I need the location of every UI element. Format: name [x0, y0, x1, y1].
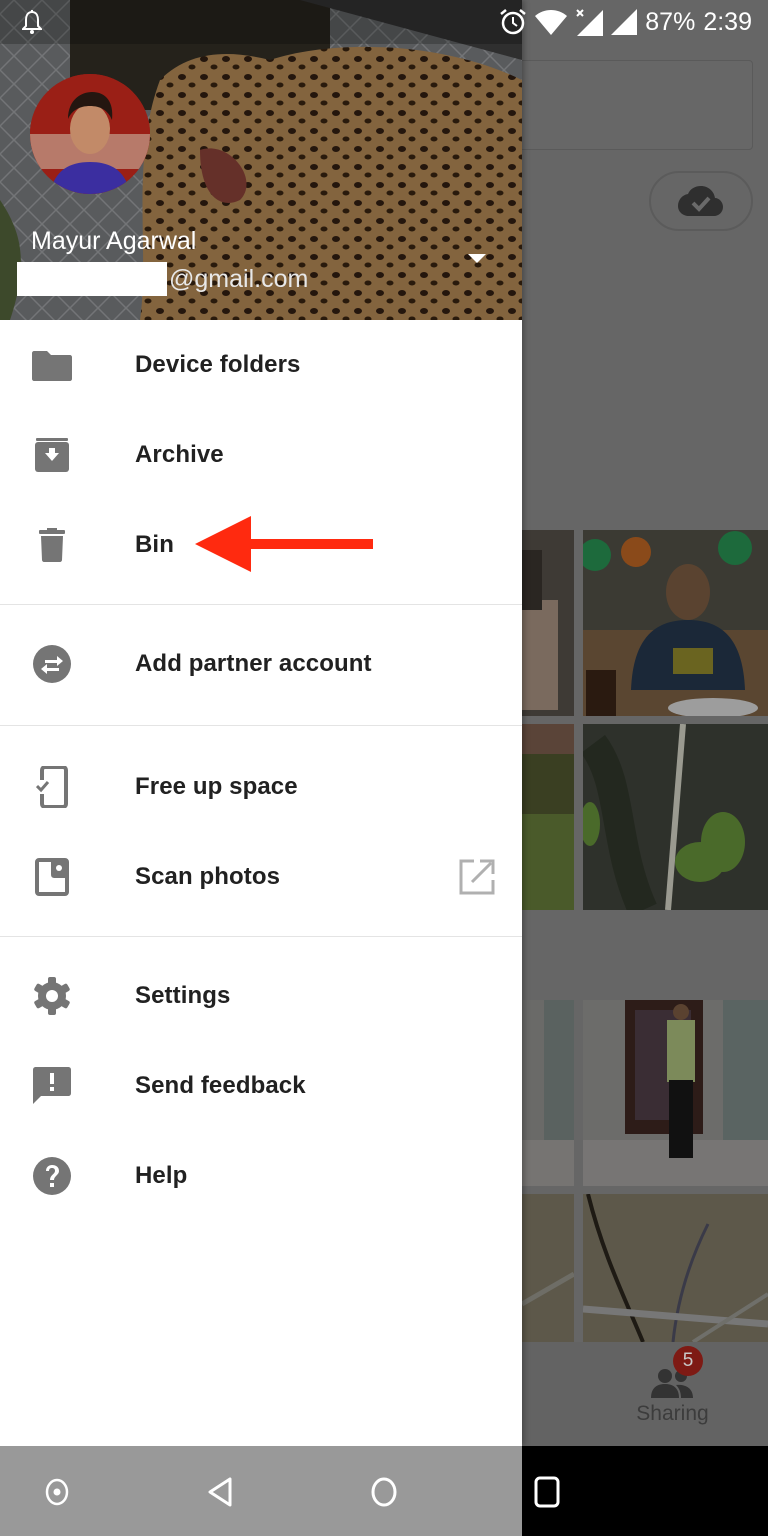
archive-icon — [32, 435, 72, 475]
photo-thumbnail — [583, 530, 768, 716]
menu-section-tools: Free up space Scan photos — [0, 726, 522, 937]
menu-label: Bin — [135, 531, 174, 558]
menu-label: Archive — [135, 441, 224, 468]
background-search-card — [500, 60, 753, 150]
folder-icon — [32, 345, 72, 385]
wifi-icon — [535, 10, 568, 35]
home-button[interactable] — [364, 1474, 404, 1510]
back-icon — [208, 1477, 232, 1507]
recents-icon — [534, 1476, 560, 1508]
email-redaction — [17, 262, 167, 296]
swap-arrows-icon — [32, 644, 72, 684]
system-nav-bar — [0, 1446, 768, 1536]
status-bar: 87% 2:39 — [0, 0, 768, 44]
menu-item-send-feedback[interactable]: Send feedback — [0, 1041, 522, 1131]
alarm-clock-icon — [500, 9, 527, 35]
home-icon — [371, 1477, 397, 1507]
menu-label: Settings — [135, 982, 231, 1009]
menu-label: Send feedback — [135, 1072, 306, 1099]
photo-thumbnail — [522, 724, 574, 910]
photo-thumbnail — [522, 1000, 574, 1186]
nav-bar-scrim — [0, 1446, 522, 1536]
recents-button[interactable] — [527, 1474, 567, 1510]
account-switcher-dropdown[interactable] — [468, 254, 486, 263]
back-button[interactable] — [200, 1474, 240, 1510]
account-avatar[interactable] — [30, 74, 150, 194]
open-external-icon[interactable] — [458, 858, 496, 896]
phone-check-icon — [32, 766, 72, 808]
menu-item-settings[interactable]: Settings — [0, 951, 522, 1041]
account-email: @gmail.com — [17, 262, 308, 296]
menu-section-partner: Add partner account — [0, 605, 522, 726]
menu-item-device-folders[interactable]: Device folders — [0, 320, 522, 410]
no-signal-icon — [576, 9, 604, 36]
menu-section-app: Settings Send feedback Help — [0, 937, 522, 1221]
backup-status-button — [649, 171, 753, 231]
photo-thumbnail — [583, 724, 768, 910]
menu-label: Free up space — [135, 773, 298, 800]
account-email-suffix: @gmail.com — [169, 264, 309, 293]
avatar-photo — [30, 74, 150, 194]
photo-thumbnail — [522, 1194, 574, 1342]
photo-scan-icon — [32, 857, 72, 897]
menu-item-free-up-space[interactable]: Free up space — [0, 742, 522, 832]
menu-label: Help — [135, 1162, 188, 1189]
menu-label: Scan photos — [135, 863, 281, 890]
photo-thumbnail — [583, 1000, 768, 1186]
trash-icon — [32, 525, 72, 565]
status-icons: 87% 2:39 — [499, 8, 752, 37]
assistant-icon — [45, 1478, 69, 1506]
signal-icon — [611, 9, 638, 35]
photo-thumbnail — [583, 1194, 768, 1342]
menu-item-scan-photos[interactable]: Scan photos — [0, 832, 522, 922]
assistant-button[interactable] — [37, 1474, 77, 1510]
cloud-done-icon — [678, 186, 723, 216]
menu-item-archive[interactable]: Archive — [0, 410, 522, 500]
menu-label: Device folders — [135, 351, 301, 378]
menu-item-help[interactable]: Help — [0, 1131, 522, 1221]
menu-item-add-partner-account[interactable]: Add partner account — [0, 619, 522, 709]
help-icon — [32, 1156, 72, 1196]
navigation-drawer: Mayur Agarwal @gmail.com Device folders … — [0, 0, 522, 1446]
feedback-icon — [32, 1066, 72, 1106]
account-name: Mayur Agarwal — [31, 227, 197, 255]
drawer-header: Mayur Agarwal @gmail.com — [0, 0, 522, 320]
sharing-label: Sharing — [636, 1402, 709, 1425]
sharing-badge: 5 — [673, 1346, 703, 1376]
bell-icon — [22, 10, 42, 34]
annotation-arrow — [195, 516, 373, 572]
photo-thumbnail — [522, 530, 574, 716]
clock: 2:39 — [703, 7, 752, 36]
battery-percent: 87% — [645, 7, 696, 36]
screen: Sharing 5 Mayur Agarwal @gmail.com Devic… — [0, 0, 768, 1536]
gear-icon — [32, 976, 72, 1016]
menu-label: Add partner account — [135, 650, 372, 677]
